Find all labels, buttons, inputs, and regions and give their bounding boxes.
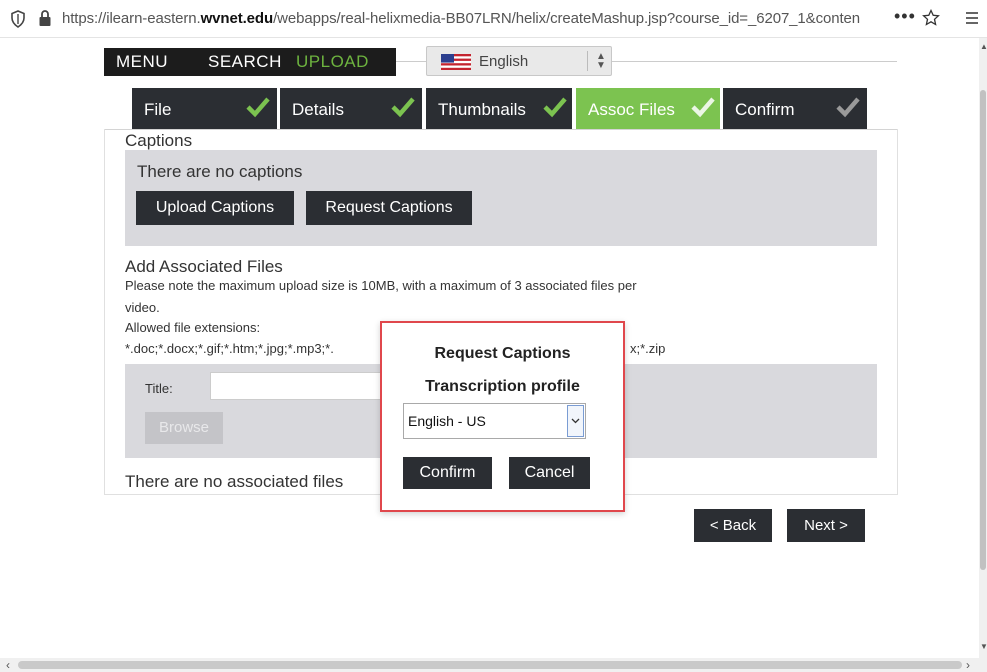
select-divider <box>587 51 588 71</box>
language-label: English <box>479 53 529 70</box>
tab-assoc-files[interactable]: Assoc Files <box>576 88 720 130</box>
tab-label: Thumbnails <box>438 100 526 119</box>
assoc-heading: Add Associated Files <box>125 257 283 276</box>
nav-divider <box>396 61 426 62</box>
confirm-button[interactable]: Confirm <box>403 457 492 489</box>
tab-label: Details <box>292 100 344 119</box>
scroll-right-icon[interactable]: › <box>966 658 970 672</box>
no-assoc-files-text: There are no associated files <box>125 472 344 491</box>
cancel-button[interactable]: Cancel <box>509 457 590 489</box>
lock-icon[interactable] <box>38 9 52 32</box>
transcription-profile-label: Transcription profile <box>425 378 580 395</box>
allowed-ext-list-tail: x;*.zip <box>630 341 666 356</box>
nav-upload[interactable]: UPLOAD <box>296 52 369 72</box>
tab-label: Confirm <box>735 100 795 119</box>
allowed-ext-list: *.doc;*.docx;*.gif;*.htm;*.jpg;*.mp3;*. <box>125 341 334 356</box>
check-icon <box>543 97 567 118</box>
captions-heading: Captions <box>125 131 193 150</box>
check-icon <box>391 97 415 118</box>
upload-note-line2: video. <box>125 300 160 315</box>
selected-profile: English - US <box>408 413 486 429</box>
page-actions-icon[interactable]: ••• <box>894 6 916 27</box>
scroll-down-icon[interactable]: ▼ <box>980 642 987 651</box>
nav-divider-right <box>612 61 897 62</box>
tab-file[interactable]: File <box>132 88 277 130</box>
us-flag-icon <box>441 54 471 70</box>
transcription-profile-select[interactable]: English - US <box>403 403 586 439</box>
captions-panel: There are no captions Upload Captions Re… <box>125 150 877 246</box>
chevron-down-icon <box>571 418 580 424</box>
title-label: Title: <box>145 381 173 396</box>
back-button[interactable]: < Back <box>694 509 772 542</box>
tab-details[interactable]: Details <box>280 88 422 130</box>
tab-label: Assoc Files <box>588 100 675 119</box>
scroll-left-icon[interactable]: ‹ <box>6 658 10 672</box>
horizontal-scrollbar[interactable]: ‹ › <box>0 658 987 672</box>
tab-confirm[interactable]: Confirm <box>723 88 867 130</box>
language-select[interactable]: English ▲ ▼ <box>426 46 612 76</box>
request-captions-button[interactable]: Request Captions <box>306 191 472 225</box>
dropdown-button[interactable] <box>567 405 584 437</box>
nav-menu[interactable]: MENU <box>116 52 168 72</box>
bookmark-star-icon[interactable] <box>922 8 940 32</box>
url-text[interactable]: https://ilearn-eastern.wvnet.edu/webapps… <box>62 10 892 27</box>
check-icon <box>246 97 270 118</box>
check-icon <box>836 97 860 118</box>
menu-hamburger-icon[interactable] <box>965 11 979 30</box>
next-button[interactable]: Next > <box>787 509 865 542</box>
horizontal-scroll-thumb[interactable] <box>18 661 962 669</box>
browser-address-bar[interactable]: https://ilearn-eastern.wvnet.edu/webapps… <box>0 0 987 38</box>
nav-search[interactable]: SEARCH <box>208 52 282 72</box>
top-nav: MENU SEARCH UPLOAD <box>104 48 396 76</box>
upload-captions-button[interactable]: Upload Captions <box>136 191 294 225</box>
vertical-scroll-thumb[interactable] <box>980 90 986 570</box>
check-icon <box>691 97 715 118</box>
dialog-title: Request Captions <box>434 345 571 362</box>
allowed-ext-label: Allowed file extensions: <box>125 320 261 335</box>
upload-note-line1: Please note the maximum upload size is 1… <box>125 278 637 293</box>
updown-arrow-icon: ▲ ▼ <box>596 51 606 71</box>
no-captions-text: There are no captions <box>137 162 303 181</box>
vertical-scrollbar[interactable]: ▲ ▼ <box>979 38 987 658</box>
tab-thumbnails[interactable]: Thumbnails <box>426 88 572 130</box>
browse-button[interactable]: Browse <box>145 412 223 444</box>
scroll-up-icon[interactable]: ▲ <box>980 42 987 51</box>
shield-icon[interactable] <box>10 10 26 33</box>
request-captions-dialog: Request Captions Transcription profile E… <box>380 321 625 512</box>
tab-label: File <box>144 100 172 119</box>
